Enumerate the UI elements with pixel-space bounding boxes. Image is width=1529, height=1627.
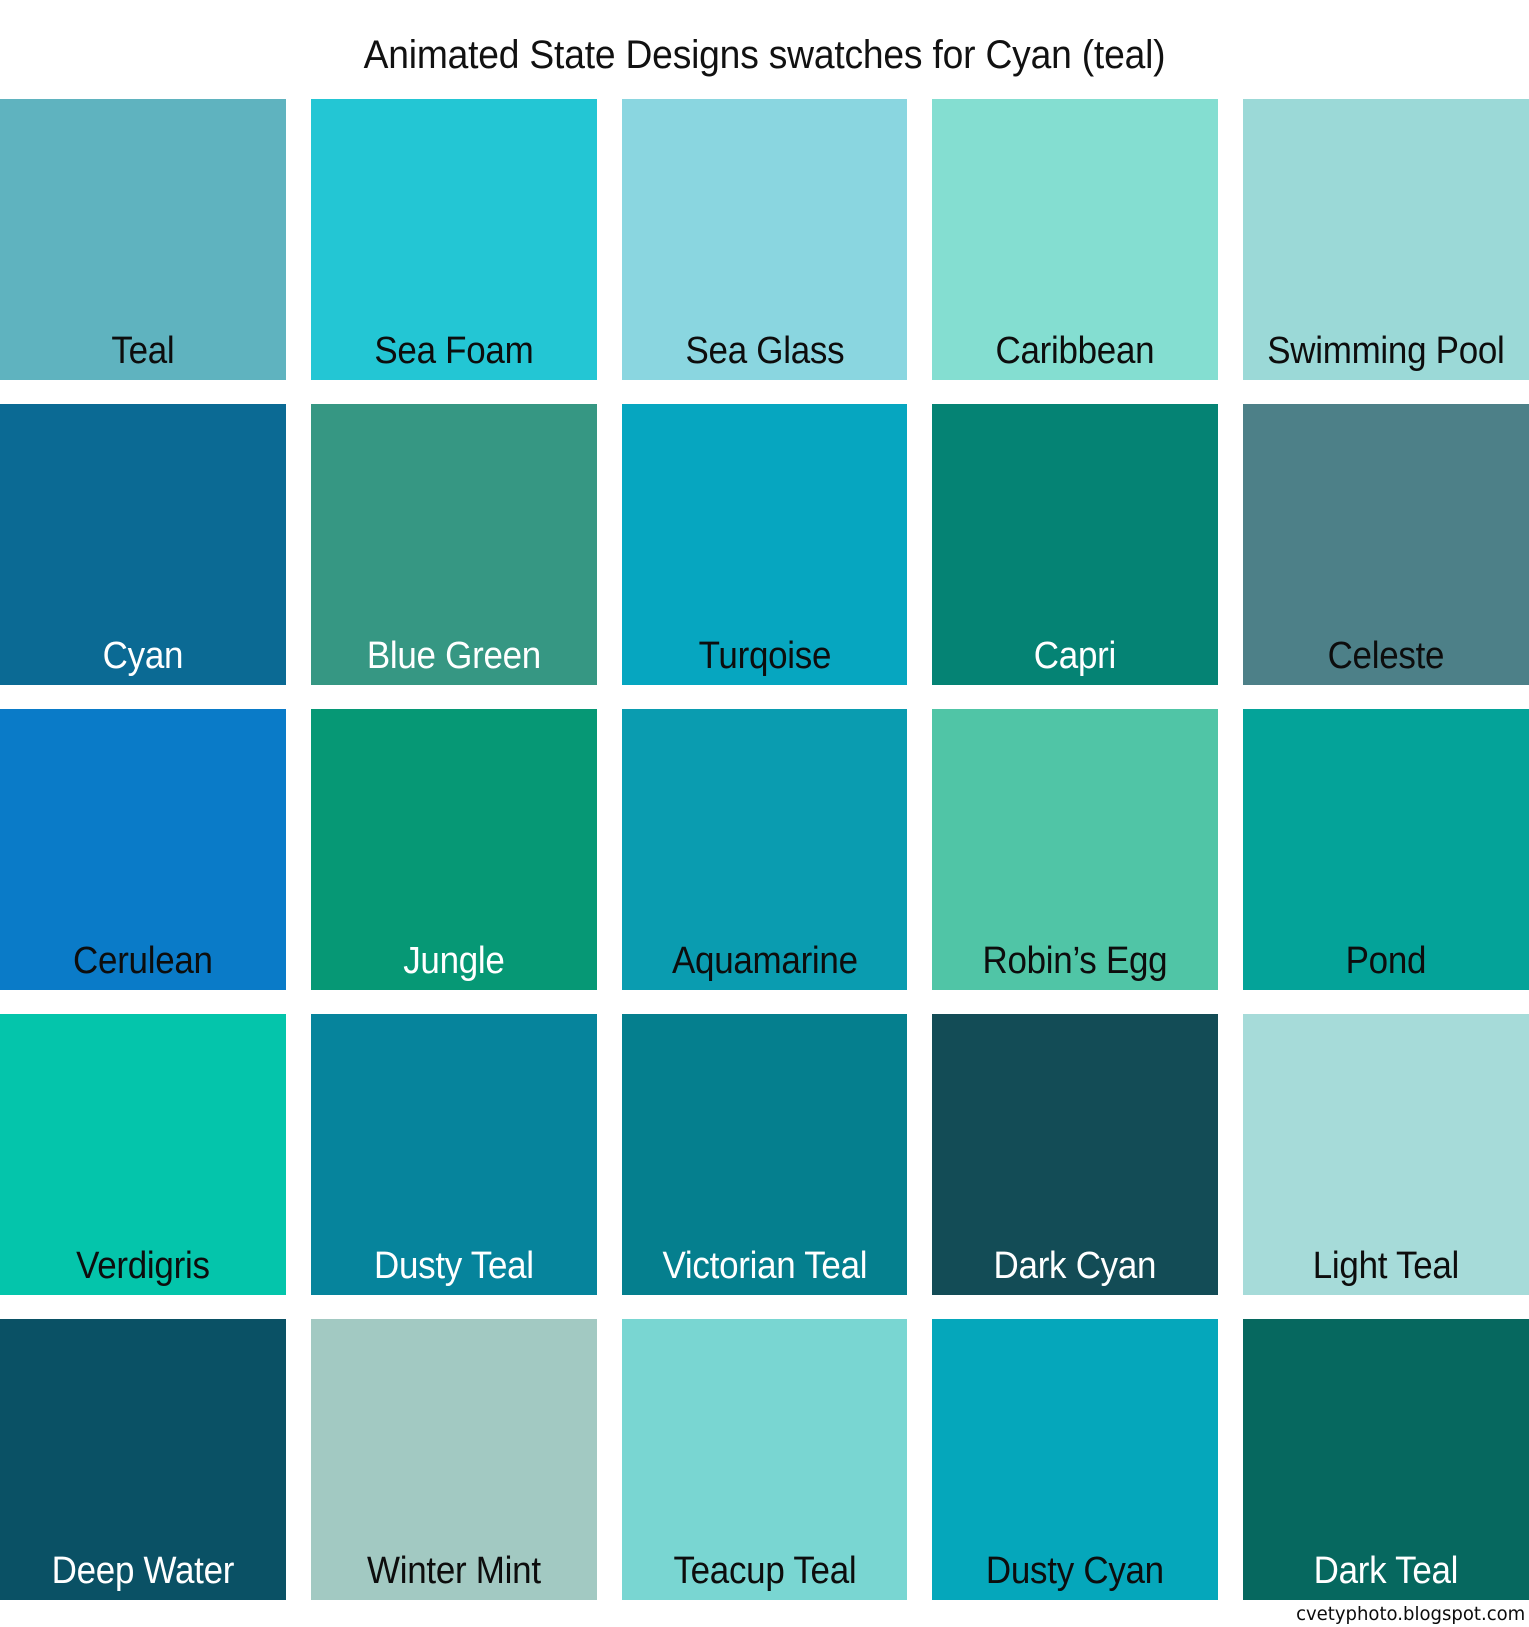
color-swatch[interactable]: Capri (932, 403, 1219, 685)
color-swatch[interactable]: Sea Foam (310, 98, 597, 380)
swatch-label: Winter Mint (366, 1549, 541, 1592)
swatch-label: Capri (1034, 634, 1117, 677)
swatch-label: Light Teal (1312, 1244, 1460, 1287)
swatch-label: Cyan (102, 634, 184, 677)
swatch-label: Teal (111, 329, 175, 372)
color-swatch[interactable]: Cyan (0, 403, 286, 685)
color-swatch[interactable]: Teal (0, 98, 286, 380)
swatch-label: Deep Water (51, 1549, 235, 1592)
color-swatch[interactable]: Dark Cyan (932, 1013, 1219, 1295)
swatch-label: Dark Cyan (993, 1244, 1157, 1287)
swatch-label: Aquamarine (671, 939, 858, 982)
color-swatch[interactable]: Aquamarine (621, 708, 908, 990)
color-swatch[interactable]: Pond (1243, 708, 1529, 990)
color-swatch[interactable]: Deep Water (0, 1318, 286, 1600)
swatch-grid: Teal Sea Foam Sea Glass Caribbean Swimming P… (0, 98, 1529, 1600)
swatch-label: Celeste (1327, 634, 1445, 677)
swatch-label: Swimming Pool (1267, 329, 1505, 372)
swatch-label: Dusty Cyan (986, 1549, 1165, 1592)
swatch-label: Verdigris (76, 1244, 210, 1287)
color-swatch[interactable]: Swimming Pool (1243, 98, 1529, 380)
swatch-label: Blue Green (366, 634, 541, 677)
site-watermark: cvetyphoto.blogspot.com (1295, 1602, 1525, 1625)
swatch-label: Teacup Teal (673, 1549, 856, 1592)
color-swatch[interactable]: Cerulean (0, 708, 286, 990)
swatch-label: Robin’s Egg (982, 939, 1168, 982)
swatch-label: Turqoise (698, 634, 831, 677)
color-swatch[interactable]: Teacup Teal (621, 1318, 908, 1600)
color-swatch[interactable]: Turqoise (621, 403, 908, 685)
color-swatch[interactable]: Caribbean (932, 98, 1219, 380)
color-swatch[interactable]: Dark Teal (1243, 1318, 1529, 1600)
color-swatch[interactable]: Jungle (310, 708, 597, 990)
swatch-label: Sea Glass (685, 329, 844, 372)
swatch-label: Cerulean (73, 939, 213, 982)
color-swatch[interactable]: Verdigris (0, 1013, 286, 1295)
page-title: Animated State Designs swatches for Cyan… (363, 32, 1166, 77)
swatch-label: Caribbean (995, 329, 1155, 372)
swatch-label: Victorian Teal (662, 1244, 867, 1287)
swatch-label: Jungle (403, 939, 505, 982)
swatch-label: Dark Teal (1313, 1549, 1459, 1592)
color-swatch[interactable]: Blue Green (310, 403, 597, 685)
swatch-label: Dusty Teal (373, 1244, 534, 1287)
color-swatch[interactable]: Robin’s Egg (932, 708, 1219, 990)
color-swatch[interactable]: Dusty Teal (310, 1013, 597, 1295)
color-swatch[interactable]: Victorian Teal (621, 1013, 908, 1295)
swatch-label: Pond (1345, 939, 1427, 982)
color-swatch[interactable]: Light Teal (1243, 1013, 1529, 1295)
color-swatch[interactable]: Sea Glass (621, 98, 908, 380)
color-swatch[interactable]: Celeste (1243, 403, 1529, 685)
color-swatch[interactable]: Winter Mint (310, 1318, 597, 1600)
swatch-label: Sea Foam (374, 329, 534, 372)
color-swatch[interactable]: Dusty Cyan (932, 1318, 1219, 1600)
